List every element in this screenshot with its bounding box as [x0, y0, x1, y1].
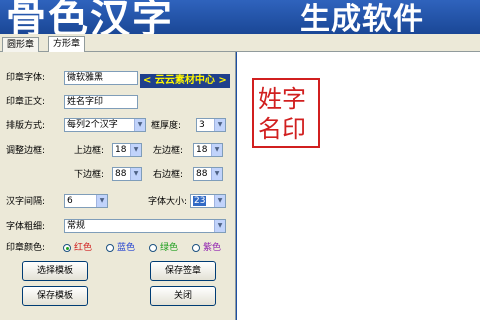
- text-label: 印章正文:: [6, 97, 46, 107]
- weight-label: 字体粗细:: [6, 222, 46, 232]
- weight-value: 常规: [67, 221, 86, 231]
- seal-text-input[interactable]: 姓名字印: [64, 95, 138, 109]
- top-frame-label: 上边框:: [74, 146, 105, 156]
- banner-title-right: 生成软件: [300, 2, 424, 34]
- banner: 骨色汉字 生成软件: [0, 0, 480, 34]
- layout-label: 排版方式:: [6, 121, 46, 131]
- weight-select[interactable]: 常规 ▼: [64, 219, 226, 233]
- spacing-select[interactable]: 6 ▼: [64, 194, 108, 208]
- color-green-label: 绿色: [160, 243, 179, 253]
- font-size-label: 字体大小:: [148, 197, 188, 207]
- left-frame-label: 左边框:: [153, 146, 184, 156]
- save-template-button[interactable]: 保存模板: [22, 286, 88, 306]
- tab-square-seal[interactable]: 方形章: [48, 36, 86, 53]
- seal-row-1: 姓字: [258, 85, 306, 113]
- right-frame-select[interactable]: 88 ▼: [193, 167, 223, 181]
- color-blue-label: 蓝色: [117, 243, 136, 253]
- chevron-down-icon: ▼: [211, 144, 222, 156]
- adjust-frame-label: 调整边框:: [6, 146, 46, 156]
- frame-thickness-select[interactable]: 3 ▼: [196, 118, 226, 132]
- font-field[interactable]: 微软雅黑: [64, 71, 138, 85]
- seal-row-2: 名印: [258, 115, 306, 143]
- save-seal-button[interactable]: 保存签章: [150, 261, 216, 281]
- chevron-down-icon: ▼: [130, 168, 141, 180]
- bottom-frame-select[interactable]: 88 ▼: [112, 167, 142, 181]
- right-frame-label: 右边框:: [153, 170, 184, 180]
- color-label: 印章颜色:: [6, 243, 46, 253]
- tab-round-seal[interactable]: 圆形章: [2, 37, 40, 52]
- bottom-frame-label: 下边框:: [74, 170, 105, 180]
- chevron-down-icon: ▼: [214, 220, 225, 232]
- color-radio-purple[interactable]: [192, 244, 200, 252]
- banner-title-left: 骨色汉字: [6, 0, 174, 34]
- color-red-label: 红色: [74, 243, 93, 253]
- chevron-down-icon: ▼: [214, 195, 225, 207]
- top-frame-value: 18: [115, 145, 127, 155]
- right-frame-value: 88: [196, 169, 208, 179]
- top-frame-select[interactable]: 18 ▼: [112, 143, 142, 157]
- bottom-frame-value: 88: [115, 169, 127, 179]
- chevron-down-icon: ▼: [211, 168, 222, 180]
- font-label: 印章字体:: [6, 73, 46, 83]
- watermark: < 云云素材中心 >: [140, 74, 230, 88]
- font-size-value: 23: [193, 196, 207, 206]
- frame-thickness-value: 3: [199, 120, 205, 130]
- color-radio-red[interactable]: [63, 244, 71, 252]
- color-radio-blue[interactable]: [106, 244, 114, 252]
- chevron-down-icon: ▼: [130, 144, 141, 156]
- chevron-down-icon: ▼: [96, 195, 107, 207]
- left-frame-select[interactable]: 18 ▼: [193, 143, 223, 157]
- spacing-label: 汉字间隔:: [6, 197, 46, 207]
- frame-thickness-label: 框厚度:: [151, 121, 182, 131]
- close-button[interactable]: 关闭: [150, 286, 216, 306]
- left-frame-value: 18: [196, 145, 208, 155]
- choose-template-button[interactable]: 选择模板: [22, 261, 88, 281]
- font-size-select[interactable]: 23 ▼: [190, 194, 226, 208]
- chevron-down-icon: ▼: [134, 119, 145, 131]
- layout-select[interactable]: 每列2个汉字 ▼: [64, 118, 146, 132]
- spacing-value: 6: [67, 196, 73, 206]
- color-purple-label: 紫色: [203, 243, 222, 253]
- chevron-down-icon: ▼: [214, 119, 225, 131]
- tab-bar: 圆形章 方形章: [0, 34, 480, 53]
- layout-select-value: 每列2个汉字: [67, 120, 118, 130]
- color-radio-green[interactable]: [149, 244, 157, 252]
- seal-preview: 姓字 名印: [252, 78, 320, 148]
